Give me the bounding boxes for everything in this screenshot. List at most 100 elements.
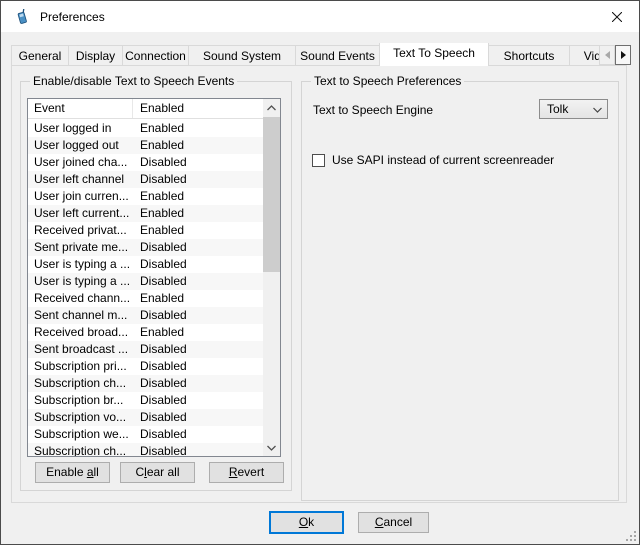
- ok-button[interactable]: Ok: [269, 511, 344, 534]
- enabled-cell: Disabled: [133, 443, 263, 456]
- tab-scroll-right-button[interactable]: [615, 45, 631, 65]
- scroll-up-button[interactable]: [263, 99, 280, 116]
- tab-display[interactable]: Display: [68, 45, 123, 66]
- arrow-left-icon: [605, 51, 610, 59]
- column-header-event[interactable]: Event: [28, 99, 133, 118]
- walkie-talkie-icon: [14, 9, 30, 25]
- close-button[interactable]: [594, 1, 639, 32]
- tab-sound-system[interactable]: Sound System: [188, 45, 296, 66]
- label-part: C: [135, 465, 144, 479]
- table-row[interactable]: User is typing a ...Disabled: [28, 273, 263, 290]
- table-row[interactable]: Received chann...Enabled: [28, 290, 263, 307]
- table-row[interactable]: Subscription ch...Disabled: [28, 375, 263, 392]
- tab-connection[interactable]: Connection: [122, 45, 189, 66]
- enabled-cell: Disabled: [133, 239, 263, 256]
- arrow-right-icon: [621, 51, 626, 59]
- window-title: Preferences: [40, 10, 105, 24]
- event-list-rows: User logged inEnabledUser logged outEnab…: [28, 120, 263, 456]
- enabled-cell: Enabled: [133, 188, 263, 205]
- event-cell: Subscription ch...: [28, 443, 133, 456]
- chevron-down-icon: [267, 445, 276, 451]
- enabled-cell: Disabled: [133, 171, 263, 188]
- event-cell: User left channel: [28, 171, 133, 188]
- tts-engine-value: Tolk: [547, 102, 568, 116]
- revert-button[interactable]: Revert: [209, 462, 284, 483]
- table-row[interactable]: User is typing a ...Disabled: [28, 256, 263, 273]
- table-row[interactable]: Subscription we...Disabled: [28, 426, 263, 443]
- tts-engine-label: Text to Speech Engine: [313, 100, 433, 120]
- chevron-up-icon: [267, 105, 276, 111]
- event-cell: User is typing a ...: [28, 273, 133, 290]
- scrollbar-thumb[interactable]: [263, 117, 280, 272]
- event-cell: Subscription we...: [28, 426, 133, 443]
- enabled-cell: Disabled: [133, 375, 263, 392]
- event-list: Event Enabled User logged inEnabledUser …: [27, 98, 281, 457]
- enabled-cell: Enabled: [133, 205, 263, 222]
- enable-all-button[interactable]: Enable all: [35, 462, 110, 483]
- event-cell: Sent broadcast ...: [28, 341, 133, 358]
- table-row[interactable]: User left current...Enabled: [28, 205, 263, 222]
- enabled-cell: Enabled: [133, 137, 263, 154]
- event-cell: User joined cha...: [28, 154, 133, 171]
- table-row[interactable]: User logged inEnabled: [28, 120, 263, 137]
- table-row[interactable]: User joined cha...Disabled: [28, 154, 263, 171]
- column-header-enabled[interactable]: Enabled: [133, 99, 263, 118]
- table-row[interactable]: Subscription br...Disabled: [28, 392, 263, 409]
- event-cell: Subscription ch...: [28, 375, 133, 392]
- label-part: Enable: [46, 465, 87, 479]
- table-row[interactable]: Sent private me...Disabled: [28, 239, 263, 256]
- enabled-cell: Enabled: [133, 222, 263, 239]
- enabled-cell: Disabled: [133, 426, 263, 443]
- event-cell: User logged in: [28, 120, 133, 137]
- enabled-cell: Disabled: [133, 256, 263, 273]
- table-row[interactable]: User logged outEnabled: [28, 137, 263, 154]
- event-cell: Received privat...: [28, 222, 133, 239]
- event-cell: Sent channel m...: [28, 307, 133, 324]
- enabled-cell: Enabled: [133, 324, 263, 341]
- enabled-cell: Enabled: [133, 290, 263, 307]
- table-row[interactable]: User left channelDisabled: [28, 171, 263, 188]
- table-row[interactable]: Received privat...Enabled: [28, 222, 263, 239]
- label-part: O: [299, 515, 308, 529]
- table-row[interactable]: Sent channel m...Disabled: [28, 307, 263, 324]
- label-part: a: [87, 465, 94, 479]
- event-cell: Subscription pri...: [28, 358, 133, 375]
- table-row[interactable]: Subscription vo...Disabled: [28, 409, 263, 426]
- events-group-title: Enable/disable Text to Speech Events: [30, 74, 237, 88]
- event-cell: User left current...: [28, 205, 133, 222]
- tts-preferences-groupbox: Text to Speech Preferences Text to Speec…: [301, 81, 619, 501]
- event-cell: Received chann...: [28, 290, 133, 307]
- scroll-down-button[interactable]: [263, 439, 280, 456]
- sapi-checkbox-label: Use SAPI instead of current screenreader: [332, 153, 554, 167]
- label-part: k: [308, 515, 314, 529]
- tab-sound-events[interactable]: Sound Events: [295, 45, 380, 66]
- label-part: ear all: [147, 465, 180, 479]
- tab-strip: GeneralDisplayConnectionSound SystemSoun…: [11, 43, 599, 66]
- event-cell: User logged out: [28, 137, 133, 154]
- tts-preferences-title: Text to Speech Preferences: [311, 74, 464, 88]
- enabled-cell: Disabled: [133, 409, 263, 426]
- enabled-cell: Disabled: [133, 307, 263, 324]
- titlebar: Preferences: [1, 1, 639, 32]
- event-list-scrollbar[interactable]: [263, 99, 280, 456]
- table-row[interactable]: Received broad...Enabled: [28, 324, 263, 341]
- table-row[interactable]: Subscription pri...Disabled: [28, 358, 263, 375]
- table-row[interactable]: Subscription ch...Disabled: [28, 443, 263, 456]
- tab-general[interactable]: General: [11, 45, 69, 66]
- tab-text-to-speech[interactable]: Text To Speech: [379, 43, 489, 66]
- preferences-dialog: Preferences GeneralDisplayConnectionSoun…: [0, 0, 640, 545]
- enabled-cell: Disabled: [133, 154, 263, 171]
- chevron-down-icon: [593, 107, 602, 113]
- enabled-cell: Disabled: [133, 341, 263, 358]
- tab-shortcuts[interactable]: Shortcuts: [488, 45, 570, 66]
- cancel-button[interactable]: Cancel: [358, 512, 429, 533]
- sapi-checkbox[interactable]: [312, 154, 325, 167]
- tab-scroll-left-button[interactable]: [599, 45, 615, 65]
- resize-grip-icon[interactable]: [626, 531, 637, 542]
- tab-video[interactable]: Video: [569, 45, 599, 66]
- clear-all-button[interactable]: Clear all: [120, 462, 195, 483]
- table-row[interactable]: User join curren...Enabled: [28, 188, 263, 205]
- tts-engine-select[interactable]: Tolk: [539, 99, 608, 119]
- event-cell: User join curren...: [28, 188, 133, 205]
- table-row[interactable]: Sent broadcast ...Disabled: [28, 341, 263, 358]
